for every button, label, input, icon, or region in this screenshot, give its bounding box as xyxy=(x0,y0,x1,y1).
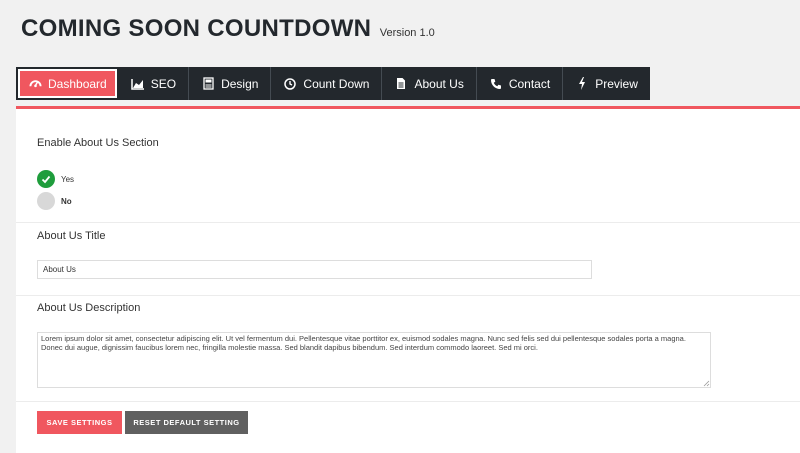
dashboard-icon xyxy=(28,77,42,91)
clock-icon xyxy=(283,77,297,91)
tab-dashboard[interactable]: Dashboard xyxy=(16,67,119,100)
tab-label: Preview xyxy=(595,76,638,91)
radio-no-label: No xyxy=(61,197,72,206)
tab-label: Count Down xyxy=(303,76,370,91)
divider xyxy=(16,401,800,402)
tab-label: Design xyxy=(221,76,259,91)
tab-count-down[interactable]: Count Down xyxy=(271,67,383,100)
tab-design[interactable]: Design xyxy=(189,67,272,100)
tab-preview[interactable]: Preview xyxy=(563,67,650,100)
reset-default-button[interactable]: RESET DEFAULT SETTING xyxy=(125,411,248,434)
radio-no[interactable] xyxy=(37,192,55,210)
resize-grip-icon[interactable] xyxy=(703,380,710,387)
design-icon xyxy=(201,77,215,91)
tab-seo[interactable]: SEO xyxy=(118,67,190,100)
divider xyxy=(16,295,800,296)
tab-contact[interactable]: Contact xyxy=(476,67,564,100)
radio-yes[interactable] xyxy=(37,170,55,188)
about-us-title-input[interactable] xyxy=(37,260,592,279)
radio-yes-label: Yes xyxy=(61,175,75,184)
tab-bar: Dashboard SEO Design Count Down About Us… xyxy=(16,67,650,100)
tab-about-us[interactable]: About Us xyxy=(382,67,477,100)
about-us-description-label: About Us Description xyxy=(37,302,141,314)
divider xyxy=(16,222,800,223)
about-us-title-label: About Us Title xyxy=(37,230,106,242)
enable-about-us-label: Enable About Us Section xyxy=(37,137,159,149)
checkmark-icon xyxy=(41,175,51,184)
phone-icon xyxy=(489,77,503,91)
tab-label: SEO xyxy=(150,76,177,91)
save-settings-button[interactable]: SAVE SETTINGS xyxy=(37,411,122,434)
version-label: Version 1.0 xyxy=(379,27,435,39)
page-title: COMING SOON COUNTDOWN xyxy=(21,15,372,42)
page-header: COMING SOON COUNTDOWN Version 1.0 xyxy=(21,15,435,43)
tab-label: Contact xyxy=(508,76,551,91)
chart-icon xyxy=(130,77,145,91)
about-us-description-textarea[interactable]: Lorem ipsum dolor sit amet, consectetur … xyxy=(37,332,711,388)
bolt-icon xyxy=(575,77,589,91)
document-icon xyxy=(394,77,408,91)
tab-label: About Us xyxy=(414,76,464,91)
tab-label: Dashboard xyxy=(48,76,107,91)
